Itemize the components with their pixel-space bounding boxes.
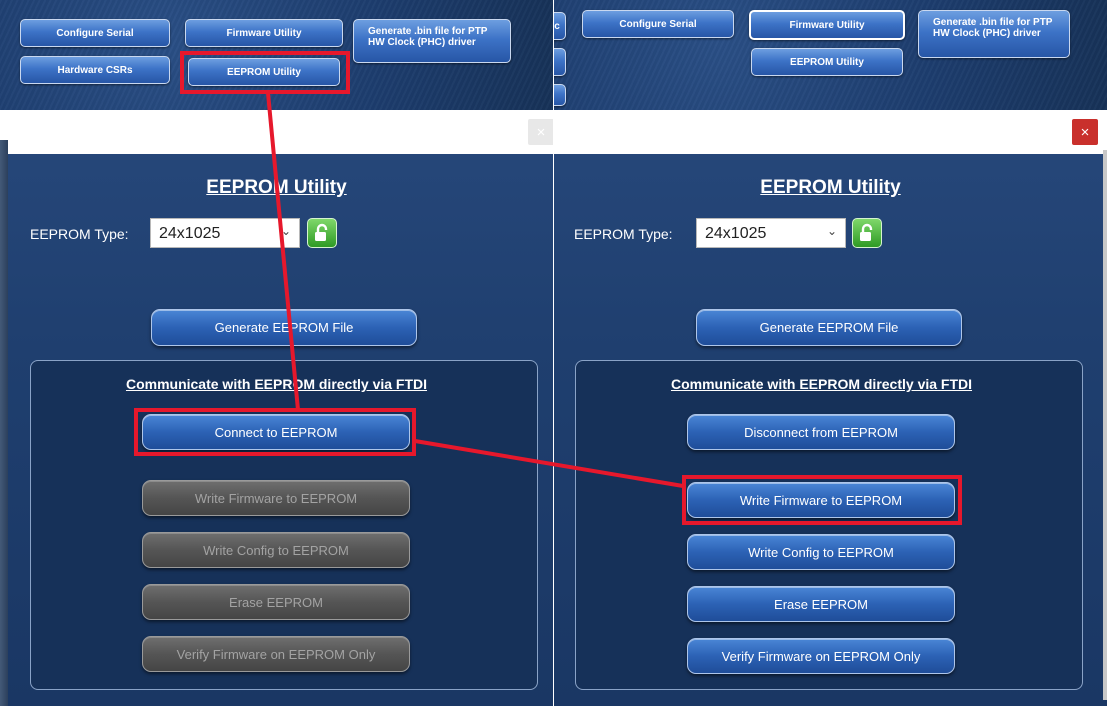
verify-firmware-button: Verify Firmware on EEPROM Only [142, 636, 410, 672]
clipped-toolbar-button-3[interactable] [554, 84, 566, 106]
left-panel-before: Configure Serial Firmware Utility Genera… [0, 0, 553, 706]
eeprom-type-label: EEPROM Type: [30, 226, 129, 242]
generate-eeprom-file-button[interactable]: Generate EEPROM File [696, 309, 962, 346]
configure-serial-button[interactable]: Configure Serial [20, 19, 170, 47]
dialog-titlebar: × [0, 110, 553, 154]
write-config-button[interactable]: Write Config to EEPROM [687, 534, 955, 570]
right-panel-after: c Configure Serial Firmware Utility Gene… [554, 0, 1107, 706]
background-window-edge [1103, 150, 1107, 700]
firmware-utility-button[interactable]: Firmware Utility [185, 19, 343, 47]
ftdi-group-title: Communicate with EEPROM directly via FTD… [670, 376, 973, 392]
eeprom-utility-button[interactable]: EEPROM Utility [188, 58, 340, 86]
chevron-down-icon: ⌄ [280, 224, 291, 238]
ftdi-group-title: Communicate with EEPROM directly via FTD… [125, 376, 428, 392]
generate-bin-line2: HW Clock (PHC) driver [933, 28, 1041, 39]
write-config-button: Write Config to EEPROM [142, 532, 410, 568]
connect-eeprom-button[interactable]: Connect to EEPROM [142, 414, 410, 450]
clipped-toolbar-button-2[interactable] [554, 48, 566, 76]
dialog-title: EEPROM Utility [760, 177, 901, 198]
close-icon[interactable]: × [1072, 119, 1098, 145]
lock-open-icon[interactable] [307, 218, 337, 248]
dialog-title: EEPROM Utility [206, 177, 347, 198]
background-window-edge [0, 140, 8, 706]
eeprom-type-label: EEPROM Type: [574, 226, 673, 242]
eeprom-type-value: 24x1025 [159, 225, 221, 242]
erase-eeprom-button[interactable]: Erase EEPROM [687, 586, 955, 622]
clipped-toolbar-button[interactable]: c [554, 12, 566, 40]
eeprom-type-value: 24x1025 [705, 225, 767, 242]
generate-bin-line1: Generate .bin file for PTP [933, 17, 1053, 28]
firmware-utility-button[interactable]: Firmware Utility [749, 10, 905, 40]
generate-bin-button[interactable]: Generate .bin file for PTP HW Clock (PHC… [353, 19, 511, 63]
generate-bin-line1: Generate .bin file for PTP [368, 26, 488, 37]
erase-eeprom-button: Erase EEPROM [142, 584, 410, 620]
verify-firmware-button[interactable]: Verify Firmware on EEPROM Only [687, 638, 955, 674]
generate-bin-line2: HW Clock (PHC) driver [368, 37, 476, 48]
dialog-titlebar: × [554, 110, 1107, 154]
eeprom-utility-button[interactable]: EEPROM Utility [751, 48, 903, 76]
write-firmware-button[interactable]: Write Firmware to EEPROM [687, 482, 955, 518]
generate-eeprom-file-button[interactable]: Generate EEPROM File [151, 309, 417, 346]
close-icon[interactable]: × [528, 119, 553, 145]
chevron-down-icon: ⌄ [826, 224, 837, 238]
eeprom-type-select[interactable]: 24x1025 ⌄ [696, 218, 846, 248]
lock-open-icon[interactable] [852, 218, 882, 248]
hardware-csrs-button[interactable]: Hardware CSRs [20, 56, 170, 84]
write-firmware-button: Write Firmware to EEPROM [142, 480, 410, 516]
generate-bin-button[interactable]: Generate .bin file for PTP HW Clock (PHC… [918, 10, 1070, 58]
eeprom-type-select[interactable]: 24x1025 ⌄ [150, 218, 300, 248]
configure-serial-button[interactable]: Configure Serial [582, 10, 734, 38]
disconnect-eeprom-button[interactable]: Disconnect from EEPROM [687, 414, 955, 450]
